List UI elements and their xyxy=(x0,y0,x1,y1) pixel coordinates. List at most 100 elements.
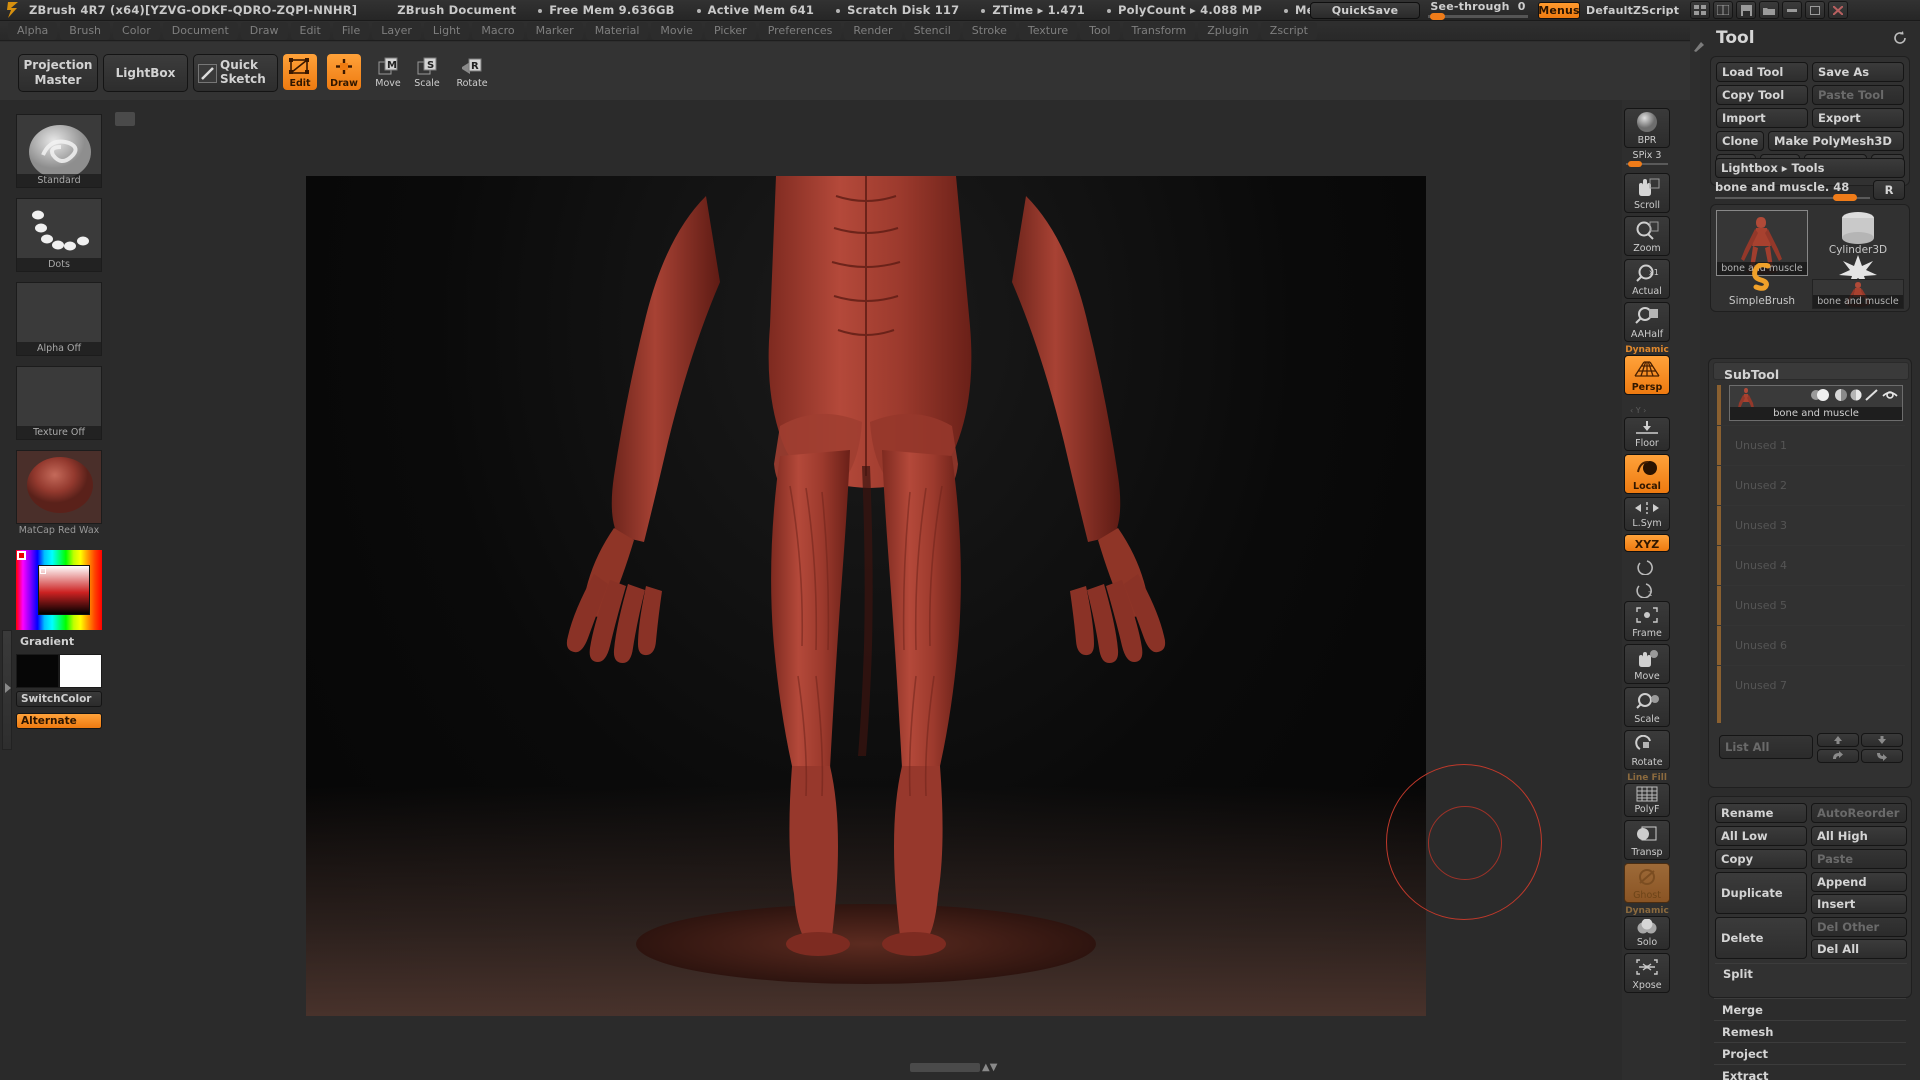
menu-item-tool[interactable]: Tool xyxy=(1080,21,1120,40)
all-high-button[interactable]: All High xyxy=(1811,826,1907,846)
lightbox-button[interactable]: LightBox xyxy=(103,54,188,92)
menu-item-stroke[interactable]: Stroke xyxy=(962,21,1016,40)
half-circle-icon[interactable] xyxy=(1835,389,1847,401)
subtool-row-2[interactable]: Unused 2 xyxy=(1717,465,1905,505)
menu-item-layer[interactable]: Layer xyxy=(372,21,421,40)
tool-thumb-cylinder3d[interactable]: Cylinder3D xyxy=(1812,210,1904,258)
rotate-y-symmetry-icon[interactable] xyxy=(1624,555,1670,575)
floor-button[interactable]: Floor xyxy=(1624,417,1670,451)
transp-button[interactable]: Transp xyxy=(1624,820,1670,860)
project-button[interactable]: Project xyxy=(1714,1042,1906,1064)
texture-selector[interactable]: Texture Off xyxy=(16,366,102,440)
lsym-button[interactable]: L.Sym xyxy=(1624,497,1670,531)
menu-item-marker[interactable]: Marker xyxy=(526,21,583,40)
solo-button[interactable]: Solo xyxy=(1624,916,1670,950)
eye-icon[interactable] xyxy=(1882,389,1898,401)
move-button[interactable]: M Move xyxy=(371,54,405,90)
frame-button[interactable]: Frame xyxy=(1624,601,1670,641)
merge-button[interactable]: Merge xyxy=(1714,998,1906,1020)
xpose-button[interactable]: Xpose xyxy=(1624,953,1670,993)
menu-item-alpha[interactable]: Alpha xyxy=(8,21,58,40)
export-button[interactable]: Export xyxy=(1812,108,1904,128)
tool-thumb-simplebrush[interactable]: SimpleBrush xyxy=(1716,263,1808,309)
menus-button[interactable]: Menus xyxy=(1538,2,1580,19)
material-thumbnail[interactable] xyxy=(16,450,102,524)
actual-button[interactable]: x1 Actual xyxy=(1624,259,1670,299)
projection-master-button[interactable]: Projection Master xyxy=(18,54,98,92)
edit-button[interactable]: Edit xyxy=(283,54,317,90)
contrast-icon[interactable] xyxy=(1850,389,1862,401)
save-icon[interactable] xyxy=(1736,1,1756,19)
menu-item-texture[interactable]: Texture xyxy=(1018,21,1078,40)
document-canvas[interactable] xyxy=(306,176,1542,1016)
quick-sketch-button[interactable]: Quick Sketch xyxy=(193,54,278,92)
xyz-button[interactable]: XYZ xyxy=(1624,534,1670,552)
menu-item-material[interactable]: Material xyxy=(585,21,649,40)
canvas-hscrollbar[interactable]: ▲▼ xyxy=(220,1062,1732,1074)
rotate-z-symmetry-icon[interactable]: z xyxy=(1624,578,1670,598)
layout-icon[interactable] xyxy=(1713,1,1733,19)
subtool-item-selected[interactable]: bone and muscle xyxy=(1729,385,1903,421)
menu-item-picker[interactable]: Picker xyxy=(704,21,756,40)
split-button[interactable]: Split xyxy=(1715,963,1907,984)
color-picker[interactable] xyxy=(16,550,102,630)
gradient-label[interactable]: Gradient xyxy=(16,635,102,651)
menu-item-color[interactable]: Color xyxy=(113,21,160,40)
reset-icon[interactable] xyxy=(1892,30,1908,46)
spix-slider[interactable]: SPix 3 xyxy=(1624,151,1670,167)
brush-selector[interactable]: Standard xyxy=(16,114,102,188)
spix-knob[interactable] xyxy=(1628,161,1642,167)
menu-item-transform[interactable]: Transform xyxy=(1122,21,1196,40)
material-selector[interactable]: MatCap Red Wax xyxy=(16,450,102,537)
move-down-button[interactable] xyxy=(1861,733,1903,747)
stroke-selector[interactable]: Dots xyxy=(16,198,102,272)
current-tool-r-button[interactable]: R xyxy=(1873,180,1905,200)
minimize-icon[interactable] xyxy=(1782,1,1802,19)
subtool-row-1[interactable]: Unused 1 xyxy=(1717,425,1905,465)
menu-item-draw[interactable]: Draw xyxy=(240,21,288,40)
move-out-button[interactable] xyxy=(1817,749,1859,763)
subtool-list[interactable]: bone and muscle Unused 1 Unused 2 Unused… xyxy=(1717,385,1905,725)
subtool-row-4[interactable]: Unused 4 xyxy=(1717,545,1905,585)
scale-button[interactable]: S Scale xyxy=(410,54,444,90)
menu-item-edit[interactable]: Edit xyxy=(290,21,330,40)
lightbox-tools-button[interactable]: Lightbox ▸ Tools xyxy=(1715,158,1905,178)
palette-pin-icon[interactable] xyxy=(1692,38,1706,57)
scroll-arrows-icon[interactable]: ▲▼ xyxy=(982,1062,997,1073)
open-icon[interactable] xyxy=(1759,1,1779,19)
alpha-thumbnail[interactable]: Alpha Off xyxy=(16,282,102,356)
switch-color-button[interactable]: SwitchColor xyxy=(16,691,102,707)
alternate-button[interactable]: Alternate xyxy=(16,713,102,729)
close-icon[interactable] xyxy=(1828,1,1848,19)
stroke-thumbnail[interactable]: Dots xyxy=(16,198,102,272)
subtool-row-7[interactable]: Unused 7 xyxy=(1717,665,1905,705)
append-button[interactable]: Append xyxy=(1811,872,1907,892)
local-button[interactable]: Local xyxy=(1624,454,1670,494)
menu-item-macro[interactable]: Macro xyxy=(472,21,524,40)
remesh-button[interactable]: Remesh xyxy=(1714,1020,1906,1042)
grid-icon[interactable] xyxy=(1690,1,1710,19)
swatch-primary[interactable] xyxy=(16,654,59,688)
quicksave-button[interactable]: QuickSave xyxy=(1310,2,1420,19)
alpha-selector[interactable]: Alpha Off xyxy=(16,282,102,356)
draw-button[interactable]: Draw xyxy=(327,54,361,90)
copy-tool-button[interactable]: Copy Tool xyxy=(1716,85,1808,105)
rshelf-move-button[interactable]: Move xyxy=(1624,644,1670,684)
see-through-knob[interactable] xyxy=(1430,13,1445,20)
canvas-hscroll-thumb[interactable] xyxy=(910,1063,980,1072)
rename-button[interactable]: Rename xyxy=(1715,803,1807,823)
current-tool-knob[interactable] xyxy=(1833,194,1857,201)
menu-item-file[interactable]: File xyxy=(332,21,370,40)
duplicate-button[interactable]: Duplicate xyxy=(1715,872,1807,914)
load-tool-button[interactable]: Load Tool xyxy=(1716,62,1808,82)
brush-thumbnail[interactable]: Standard xyxy=(16,114,102,188)
menu-item-stencil[interactable]: Stencil xyxy=(904,21,960,40)
move-up-button[interactable] xyxy=(1817,733,1859,747)
subtool-visibility-icons[interactable] xyxy=(1810,389,1898,401)
maximize-icon[interactable] xyxy=(1805,1,1825,19)
aahalf-button[interactable]: AAHalf xyxy=(1624,302,1670,342)
menu-item-light[interactable]: Light xyxy=(423,21,470,40)
menu-item-zscript[interactable]: Zscript xyxy=(1260,21,1317,40)
zoom-button[interactable]: Zoom xyxy=(1624,216,1670,256)
left-tray-toggle[interactable] xyxy=(2,630,12,750)
